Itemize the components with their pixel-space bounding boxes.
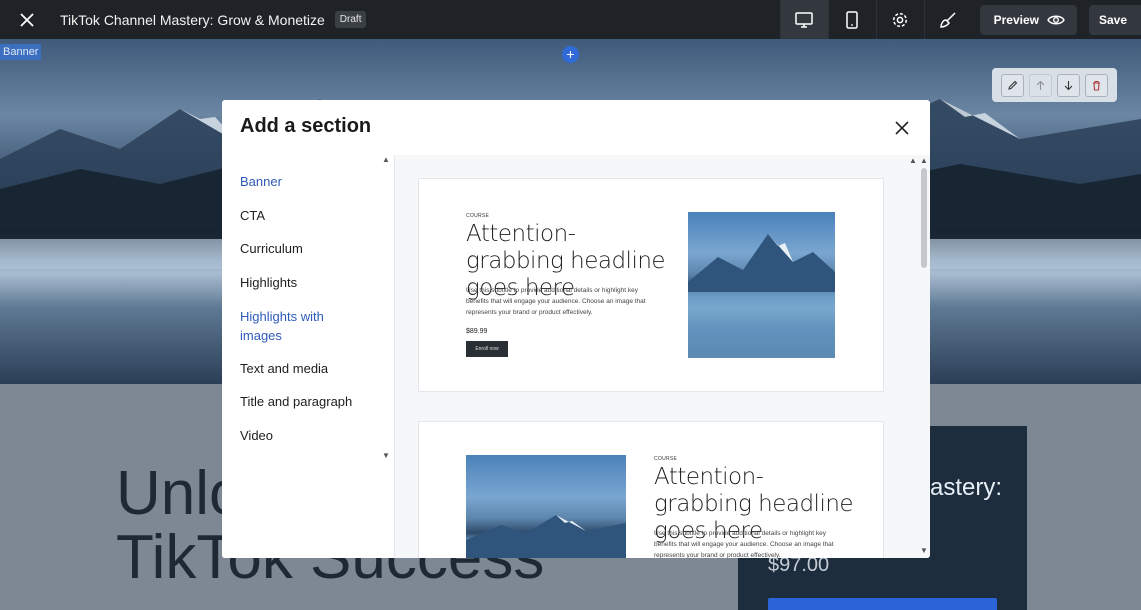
scrollbar-down-icon[interactable]: ▼ (920, 546, 928, 555)
modal-title: Add a section (240, 115, 372, 137)
template-image (688, 212, 835, 358)
section-category-list: ▲ Banner CTA Curriculum Highlights Highl… (222, 155, 394, 558)
modal-header: Add a section (222, 100, 930, 155)
category-curriculum[interactable]: Curriculum (240, 239, 303, 258)
eye-icon (1047, 15, 1065, 24)
desktop-icon (795, 11, 813, 28)
template-subtitle: Use this subtitle to provide additional … (654, 530, 834, 558)
close-editor-button[interactable] (0, 0, 54, 39)
plus-icon: + (566, 46, 575, 62)
template-image (466, 455, 626, 558)
add-section-plus-button[interactable]: + (562, 46, 579, 63)
mobile-icon (846, 10, 858, 29)
template-card-2[interactable]: COURSE Attention-grabbing headline goes … (419, 422, 883, 558)
preview-scrollbar-thumb[interactable] (921, 168, 927, 268)
trash-icon (1093, 80, 1101, 91)
banner-section-label: Banner (0, 44, 42, 60)
brush-icon (940, 11, 956, 28)
delete-section-button[interactable] (1085, 73, 1109, 97)
scrollbar-up-icon[interactable]: ▲ (920, 156, 928, 165)
save-button[interactable]: Save (1088, 4, 1141, 35)
preview-button[interactable]: Preview (979, 4, 1077, 35)
category-highlights-with-images[interactable]: Highlights with images (240, 307, 350, 345)
close-icon (20, 12, 34, 27)
move-up-button[interactable] (1028, 73, 1052, 97)
section-toolbar (992, 68, 1117, 102)
list-scroll-down-icon[interactable]: ▼ (382, 451, 390, 460)
settings-button[interactable] (875, 0, 924, 39)
category-banner[interactable]: Banner (240, 172, 282, 191)
list-scroll-up-icon[interactable]: ▲ (382, 155, 390, 164)
preview-label: Preview (993, 12, 1039, 27)
mobile-view-button[interactable] (827, 0, 876, 39)
card-enroll-button[interactable] (768, 598, 997, 610)
pencil-icon (1007, 80, 1017, 90)
category-video[interactable]: Video (240, 426, 273, 445)
toolbar-right: Preview Save (779, 0, 1141, 39)
category-text-and-media[interactable]: Text and media (240, 359, 328, 378)
status-badge: Draft (334, 11, 367, 28)
gear-icon (893, 12, 908, 27)
close-icon (895, 121, 909, 135)
template-kicker: COURSE (466, 213, 490, 219)
template-button: Enroll now (466, 341, 508, 357)
template-kicker: COURSE (654, 456, 678, 462)
template-price: $89.99 (466, 328, 488, 335)
design-button[interactable] (923, 0, 972, 39)
page-title: TikTok Channel Mastery: Grow & Monetize (60, 11, 325, 28)
desktop-view-button[interactable] (779, 0, 828, 39)
template-preview-list: COURSE Attention-grabbing headline goes … (395, 155, 930, 558)
template-subtitle: Use this subtitle to provide additional … (466, 287, 646, 316)
category-title-and-paragraph[interactable]: Title and paragraph (240, 392, 352, 411)
arrow-down-icon (1064, 80, 1073, 90)
card-title: astery: (930, 474, 1003, 501)
add-section-modal: Add a section ▲ Banner CTA Curriculum Hi… (222, 100, 930, 558)
template-card-1[interactable]: COURSE Attention-grabbing headline goes … (419, 179, 883, 391)
preview-scroll-up-icon[interactable]: ▲ (909, 156, 917, 165)
move-down-button[interactable] (1057, 73, 1081, 97)
category-cta[interactable]: CTA (240, 206, 265, 225)
top-bar: TikTok Channel Mastery: Grow & Monetize … (0, 0, 1141, 39)
category-highlights[interactable]: Highlights (240, 273, 297, 292)
modal-close-button[interactable] (892, 118, 912, 138)
edit-section-button[interactable] (1000, 73, 1024, 97)
arrow-up-icon (1036, 80, 1045, 90)
